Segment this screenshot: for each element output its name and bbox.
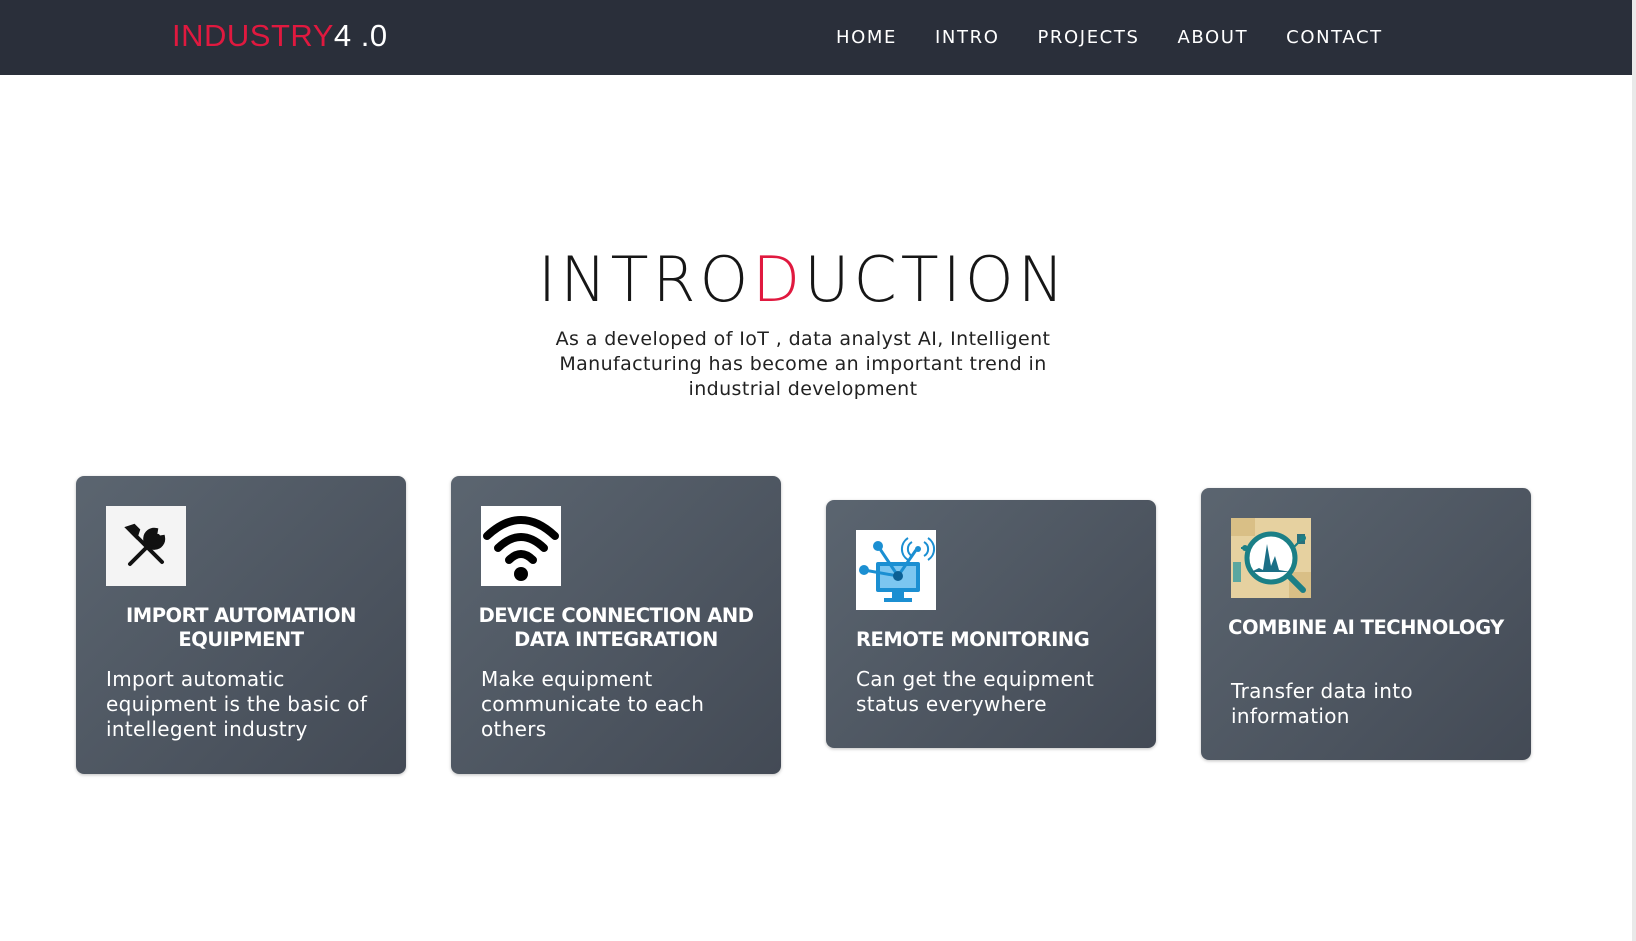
card-title: IMPORT AUTOMATION EQUIPMENT — [126, 604, 356, 651]
card-title: COMBINE AI TECHNOLOGY — [1228, 616, 1504, 639]
card-description: Transfer data into information — [1231, 679, 1413, 728]
card-description: Can get the equipment status everywhere — [856, 667, 1095, 716]
remote-monitor-icon — [856, 530, 936, 610]
nav-projects[interactable]: PROJECTS — [1037, 27, 1139, 48]
nav-intro[interactable]: INTRO — [935, 27, 999, 48]
feature-card-device-connection: DEVICE CONNECTION AND DATA INTEGRATION M… — [451, 476, 781, 774]
ai-analytics-icon — [1231, 518, 1311, 598]
feature-card-remote-monitoring: REMOTE MONITORING Can get the equipment … — [826, 500, 1156, 748]
logo-text-red: INDUSTRY — [172, 18, 334, 53]
main-nav: HOME INTRO PROJECTS ABOUT CONTACT — [836, 0, 1421, 75]
tools-icon — [106, 506, 186, 586]
feature-card-ai-technology: COMBINE AI TECHNOLOGY Transfer data into… — [1201, 488, 1531, 760]
logo-text-white: 4 .0 — [333, 18, 388, 53]
nav-contact[interactable]: CONTACT — [1286, 27, 1383, 48]
page-scrollbar[interactable] — [1632, 0, 1636, 941]
wifi-icon — [481, 506, 561, 586]
card-description: Import automatic equipment is the basic … — [106, 667, 368, 741]
card-description: Make equipment communicate to each other… — [481, 667, 705, 741]
card-title: DEVICE CONNECTION AND DATA INTEGRATION — [478, 604, 754, 651]
intro-heading-part2: UCTION — [804, 243, 1069, 316]
card-title: REMOTE MONITORING — [856, 628, 1090, 651]
nav-home[interactable]: HOME — [836, 27, 897, 48]
navbar: INDUSTRY4 .0 HOME INTRO PROJECTS ABOUT C… — [0, 0, 1636, 75]
nav-about[interactable]: ABOUT — [1177, 27, 1248, 48]
brand-logo[interactable]: INDUSTRY4 .0 — [172, 17, 388, 55]
intro-heading-part1: INTRO — [537, 243, 753, 316]
intro-description: As a developed of IoT , data analyst AI,… — [555, 328, 1051, 400]
intro-heading-accent: D — [752, 243, 805, 316]
intro-heading: INTRODUCTION — [0, 245, 1606, 315]
feature-card-automation: IMPORT AUTOMATION EQUIPMENT Import autom… — [76, 476, 406, 774]
